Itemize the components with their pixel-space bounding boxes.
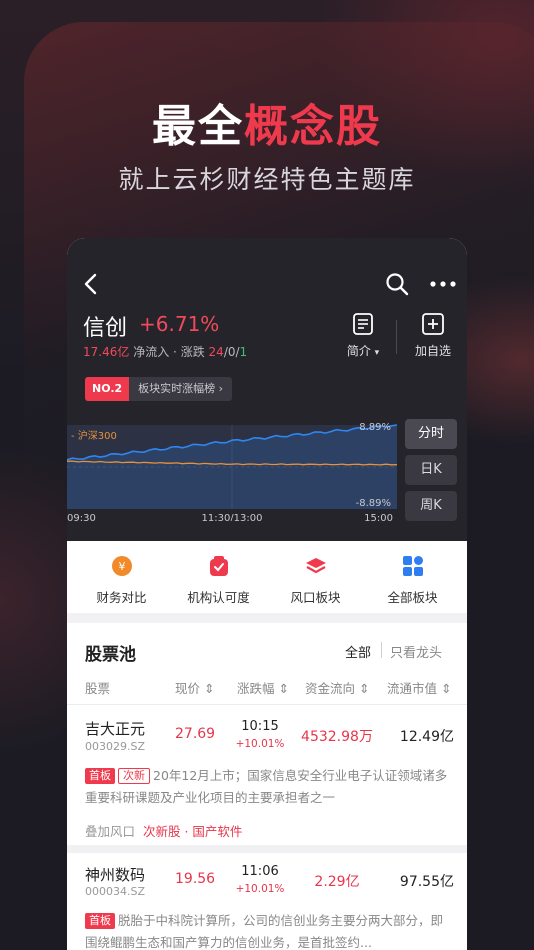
shortcut-label: 全部板块 bbox=[387, 590, 438, 605]
fund-flow: 2.29亿 bbox=[314, 874, 360, 890]
stock-price: 27.69 bbox=[175, 726, 216, 742]
search-icon[interactable] bbox=[385, 272, 409, 296]
document-icon bbox=[353, 313, 373, 335]
stock-description: 首板 脱胎于中科院计算所，公司的信创业务主要分两大部分，即围绕鲲鹏生态和国产算力的… bbox=[85, 910, 453, 950]
pool-title: 股票池 bbox=[85, 645, 136, 665]
hot-sector-overlay: 叠加风口 次新股 · 国产软件 bbox=[85, 821, 242, 840]
sector-name: 信创 bbox=[83, 316, 128, 341]
divider bbox=[396, 320, 397, 354]
section-gap bbox=[67, 845, 467, 853]
net-inflow-label: 净流入 bbox=[133, 345, 170, 359]
grid-icon bbox=[402, 556, 423, 576]
flat-count: 0 bbox=[227, 345, 236, 359]
column-header-cap[interactable]: 流通市值 ⇕ bbox=[387, 678, 451, 697]
check-bag-icon bbox=[209, 556, 228, 576]
limit-up-time: 11:06 bbox=[241, 864, 279, 879]
y-axis-top-label: 8.89% bbox=[359, 422, 391, 433]
sector-change-pct: +6.71% bbox=[139, 312, 220, 336]
chevron-left-icon[interactable] bbox=[81, 272, 101, 296]
more-dots-icon[interactable] bbox=[429, 272, 457, 296]
market-cap: 97.55亿 bbox=[399, 874, 454, 890]
shortcut-finance-compare[interactable]: ¥ 财务对比 bbox=[82, 541, 162, 613]
section-gap bbox=[67, 613, 467, 623]
filter-all-tab[interactable]: 全部 bbox=[345, 642, 371, 661]
filter-divider bbox=[381, 642, 382, 658]
badge-first-board: 首板 bbox=[85, 913, 115, 929]
column-header-price[interactable]: 现价 ⇕ bbox=[175, 678, 214, 697]
shortcut-row: ¥ 财务对比 机构认可度 风口板块 全部板块 bbox=[67, 541, 467, 613]
headline-accent: 概念股 bbox=[244, 101, 382, 152]
stock-change: +10.01% bbox=[235, 738, 285, 750]
description-text: 脱胎于中科院计算所，公司的信创业务主要分两大部分，即围绕鲲鹏生态和国产算力的信创… bbox=[85, 913, 444, 950]
period-button-daily[interactable]: 日K bbox=[405, 455, 457, 485]
add-watch-label: 加自选 bbox=[414, 344, 451, 358]
separator-dot: · bbox=[173, 345, 177, 359]
y-axis-bottom-label: -8.89% bbox=[356, 498, 391, 509]
fund-flow: 4532.98万 bbox=[301, 729, 373, 745]
intro-button[interactable]: 简介 ▾ bbox=[343, 312, 383, 359]
shortcut-all-sectors[interactable]: 全部板块 bbox=[373, 541, 453, 613]
stock-change: +10.01% bbox=[235, 883, 285, 895]
headline-prefix: 最全 bbox=[152, 101, 244, 152]
x-axis-tick-label: 09:30 bbox=[67, 513, 96, 521]
period-button-weekly[interactable]: 周K bbox=[405, 491, 457, 521]
market-cap: 12.49亿 bbox=[399, 729, 454, 745]
column-header-change[interactable]: 涨跌幅 ⇕ bbox=[237, 678, 289, 697]
rank-badge[interactable]: NO.2 板块实时涨幅榜 › bbox=[85, 377, 233, 401]
stock-code: 000034.SZ bbox=[85, 885, 146, 898]
promo-headline: 最全概念股 bbox=[0, 90, 534, 154]
promo-subtitle: 就上云杉财经特色主题库 bbox=[118, 165, 416, 194]
column-header-stock: 股票 bbox=[85, 681, 111, 696]
legend-index-label: - 沪深300 bbox=[71, 429, 117, 442]
x-axis-tick-label: 11:30/13:00 bbox=[201, 513, 262, 521]
period-buttons: 分时 日K 周K bbox=[405, 419, 457, 527]
x-axis-tick-label: 15:00 bbox=[364, 513, 393, 521]
net-inflow-value: 17.46亿 bbox=[83, 345, 130, 359]
stock-code: 003029.SZ bbox=[85, 740, 146, 753]
shortcut-label: 风口板块 bbox=[290, 590, 341, 605]
add-square-icon bbox=[422, 313, 444, 335]
rank-text: 板块实时涨幅榜 › bbox=[129, 377, 233, 401]
add-watchlist-button[interactable]: 加自选 bbox=[412, 312, 454, 359]
shortcut-hot-sectors[interactable]: 风口板块 bbox=[276, 541, 356, 613]
updown-label: 涨跌 bbox=[180, 345, 205, 359]
stock-price: 19.56 bbox=[175, 871, 216, 887]
rank-number: NO.2 bbox=[85, 377, 130, 401]
svg-text:¥: ¥ bbox=[118, 560, 125, 573]
sector-sub-info: 17.46亿 净流入 · 涨跌 24/0/1 bbox=[83, 343, 247, 360]
layers-icon bbox=[305, 558, 326, 574]
sector-header: 信创 +6.71% 17.46亿 净流入 · 涨跌 24/0/1 简介 ▾ 加自… bbox=[67, 238, 467, 541]
caret-down-icon: ▾ bbox=[374, 348, 380, 358]
yuan-icon: ¥ bbox=[111, 556, 132, 576]
overlay-label: 叠加风口 bbox=[85, 824, 136, 839]
intro-label: 简介 bbox=[346, 344, 371, 358]
shortcut-label: 机构认可度 bbox=[187, 590, 250, 605]
shortcut-label: 财务对比 bbox=[96, 590, 147, 605]
column-header-flow[interactable]: 资金流向 ⇕ bbox=[305, 678, 369, 697]
stock-description: 首板 次新 20年12月上市；国家信息安全行业电子认证领域诸多重要科研课题及产业化项… bbox=[85, 765, 453, 809]
stock-name: 吉大正元 bbox=[85, 720, 146, 738]
shortcut-institution[interactable]: 机构认可度 bbox=[179, 541, 259, 613]
down-count: 1 bbox=[239, 345, 248, 359]
badge-first-board: 首板 bbox=[85, 768, 115, 784]
app-screen: 信创 +6.71% 17.46亿 净流入 · 涨跌 24/0/1 简介 ▾ 加自… bbox=[67, 238, 467, 950]
filter-leader-tab[interactable]: 只看龙头 bbox=[390, 642, 442, 661]
stock-name: 神州数码 bbox=[85, 866, 146, 884]
limit-up-time: 10:15 bbox=[241, 719, 279, 734]
divider bbox=[67, 704, 467, 705]
badge-new-listing: 次新 bbox=[118, 768, 150, 784]
up-count: 24 bbox=[208, 345, 224, 359]
overlay-tags[interactable]: 次新股 · 国产软件 bbox=[143, 824, 242, 839]
intraday-chart[interactable]: - 沪深300 8.89% -8.89% 09:30 11:30/13:00 15:00 bbox=[67, 413, 397, 521]
period-button-intraday[interactable]: 分时 bbox=[405, 419, 457, 449]
